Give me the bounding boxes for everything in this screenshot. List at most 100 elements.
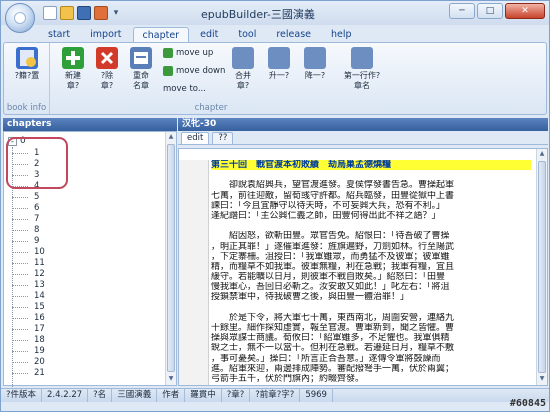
level-down-label: 降一? [304,71,326,80]
tree-item[interactable]: 7 [12,214,42,225]
save-icon[interactable] [77,6,91,20]
scroll-down-icon[interactable]: ▼ [167,375,175,384]
move-up-button[interactable]: move up [163,48,213,58]
tree-item[interactable]: 21 [12,368,45,379]
tree-item-label: 19 [34,346,45,356]
editor-line: ↩逢紀譖曰：「主公興仁義之師，田豐何得出此不祥之語？」 [211,211,531,221]
level-up-button[interactable]: 升一? [263,47,295,81]
rename-icon [130,47,152,69]
text-editor[interactable]: ↩第三十回 戰官渡本初敗績 劫烏巢孟德燒糧↩↩ 卻說袁紹興兵，望官渡進發。夏侯惇… [178,148,548,386]
open-folder-icon[interactable] [60,6,74,20]
tab-tool[interactable]: tool [229,27,265,42]
home-icon[interactable] [94,6,108,20]
status-field: 2.4.2.27 [42,389,89,402]
move-down-button[interactable]: move down [163,66,225,76]
first-line-as-title-button[interactable]: 第一行作?章名 [341,47,383,91]
merge-chapter-label: 合并 章? [235,71,251,90]
tab-edit-view[interactable]: edit [181,132,210,144]
tab-help[interactable]: help [322,27,361,42]
tree-connector-tick [12,285,28,286]
tree-item-label: 17 [34,324,45,334]
tab-edit[interactable]: edit [191,27,227,42]
level-down-button[interactable]: 降一? [299,47,331,81]
editor-line-text: 緩守。若能曠以日月，則彼軍不戰自敗矣。」紹怒曰：「田豐 [211,272,446,283]
editor-line: ↩弓箭手五千，伏於門旗內；約畷齊發。 [211,374,531,384]
tree-item[interactable]: 15 [12,302,45,313]
close-button[interactable]: ✕ [505,3,545,19]
tree-item[interactable]: 11 [12,258,45,269]
merge-chapter-button[interactable]: 合并 章? [227,47,259,91]
editor-line: ↩操與眾謀士商議。荀攸曰：「紹軍雖多，不足懼也。我軍俱精 [211,333,531,343]
delete-chapter-button[interactable]: ?除 章? [91,47,123,91]
tree-item-label: 14 [34,291,45,301]
tree-item[interactable]: 5 [12,192,42,203]
tree-item[interactable]: 20 [12,357,45,368]
level-up-icon [268,47,290,69]
scroll-up-icon[interactable]: ▲ [538,150,546,159]
editor-line-text: 紹因怒，欲斬田豐。眾官告免。紹恨曰：「待吾破了曹操 [211,231,450,242]
chapters-scrollbar[interactable]: ▲ ▼ [165,132,176,385]
tab-preview-view[interactable]: ?? [212,132,234,144]
new-file-icon[interactable] [43,6,57,20]
arrow-up-icon [163,48,173,58]
tree-item[interactable]: 6 [12,203,42,214]
tree-item[interactable]: 16 [12,313,45,324]
editor-line-text: ，明正其罪！」遂催軍進發：旌旗遍野，刀劍如林。行至陽武 [211,241,455,252]
tab-import[interactable]: import [81,27,130,42]
tree-item[interactable]: 9 [12,236,42,247]
rename-chapter-button[interactable]: 重命 名章 [125,47,157,91]
customize-quick-access-button[interactable]: ▾ [111,6,121,20]
tree-item[interactable]: 19 [12,346,45,357]
tree-connector-tick [12,351,28,352]
tree-item[interactable]: 14 [12,291,45,302]
scroll-down-icon[interactable]: ▼ [538,375,546,384]
rename-chapter-label: 重命 名章 [133,71,149,90]
editor-line: ↩ [211,221,531,231]
maximize-button[interactable]: □ [477,3,503,19]
scroll-thumb[interactable] [538,161,546,373]
application-menu-button[interactable] [5,3,35,33]
first-line-as-title-label: 第一行作?章名 [343,71,381,90]
status-field: ?件版本 [1,389,43,402]
ribbon: ?籍?置 book info 新建 章? ?除 章? 重命 名章 move up… [3,42,547,115]
editor-line-text: 授鎖禁軍中，待我破曹之後，與田豐一體治罪！」 [211,292,410,303]
editor-scrollbar[interactable]: ▲ ▼ [536,149,547,385]
move-to-label: move to... [163,84,206,94]
move-up-label: move up [176,48,214,58]
editor-line: ↩銳之士，無不一以當十。但利在急戰。若遷延日月，糧草不敷 [211,343,531,353]
minimize-button[interactable]: ─ [449,3,475,19]
editor-gutter [179,160,209,385]
editor-line-text: 七萬，前往迎敵，留荀彧守許都。紹兵臨發，田豐從獄中上書 [211,190,455,201]
tree-item-label: 16 [34,313,45,323]
move-to-button[interactable]: move to... [163,84,206,94]
scroll-up-icon[interactable]: ▲ [167,133,175,142]
scroll-thumb[interactable] [167,144,175,372]
tree-connector-tick [12,318,28,319]
tree-item[interactable]: 10 [12,247,45,258]
tab-chapter[interactable]: chapter [132,27,190,42]
tree-item[interactable]: 12 [12,269,45,280]
editor-doc-tabs: edit ?? [178,132,548,145]
new-chapter-button[interactable]: 新建 章? [57,47,89,91]
editor-line: ↩七萬，前往迎敵，留荀彧守許都。紹兵臨發，田豐從獄中上書 [211,191,531,201]
tree-item[interactable]: 18 [12,335,45,346]
tree-item[interactable]: 17 [12,324,45,335]
editor-content[interactable]: ↩第三十回 戰官渡本初敗績 劫烏巢孟德燒糧↩↩ 卻說袁紹興兵，望官渡進發。夏侯惇… [211,150,531,385]
tree-item-label: 10 [34,247,45,257]
quick-access-toolbar: ▾ [43,6,121,20]
tab-start[interactable]: start [39,27,79,42]
editor-line: ↩精，而糧草不如我軍。彼軍無糧，利在急戰；我軍有糧，宜且 [211,262,531,272]
book-settings-button[interactable]: ?籍?置 [11,47,43,81]
app-orb-icon [14,12,26,24]
tree-item[interactable]: 8 [12,225,42,236]
tree-item-label: 18 [34,335,45,345]
move-down-label: move down [176,66,226,76]
selection-annotation [6,137,68,189]
tree-connector-tick [12,307,28,308]
tree-item[interactable]: 13 [12,280,45,291]
tab-release[interactable]: release [267,27,320,42]
title-bar: ▾ epubBuilder-三國演義 ─ □ ✕ [1,1,549,25]
editor-line: ↩ 於是下令，將大軍七十萬，東西南北，周圍安營，連絡九 [211,313,531,323]
tree-item-label: 13 [34,280,45,290]
editor-line-text: 於是下令，將大軍七十萬，東西南北，周圍安營，連絡九 [211,312,455,323]
